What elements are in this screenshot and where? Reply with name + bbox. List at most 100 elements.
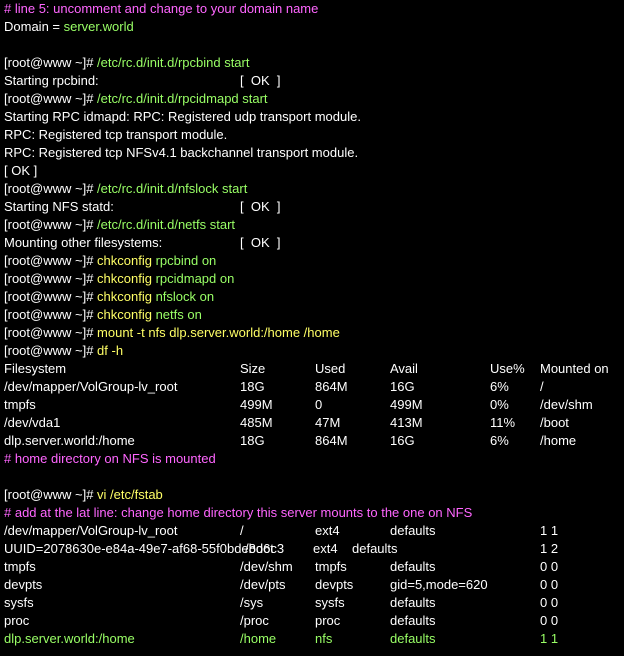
terminal-line: devpts/dev/pts devpts gid=5,mode=620 0 0 (0, 576, 624, 594)
terminal-line: # add at the lat line: change home direc… (0, 504, 624, 522)
fstab-cell: ext4 (315, 523, 340, 538)
terminal-line: tmpfs 499M 0 499M 0% /dev/shm (0, 396, 624, 414)
fstab-cell: 1 1 (540, 631, 559, 646)
status-ok-badge: [ OK ] (240, 235, 281, 250)
terminal-text-segment: [root@www ~]# (4, 289, 98, 304)
terminal-text-segment: server.world (63, 19, 134, 34)
fstab-cell: 0 0 (540, 613, 559, 628)
fstab-cell: 1 1 (540, 523, 559, 538)
fstab-cell: /proc (240, 613, 269, 628)
fstab-cell: /dev/shm (240, 559, 293, 574)
terminal-window[interactable]: # line 5: uncomment and change to your d… (0, 0, 624, 656)
terminal-text-segment: [root@www ~]# (4, 343, 98, 358)
terminal-text-segment: # home directory on NFS is mounted (4, 451, 216, 466)
fstab-cell: devpts (315, 577, 354, 592)
df-cell: Used (315, 361, 346, 376)
df-cell: 413M (390, 415, 423, 430)
status-ok-badge: [ OK ] (240, 73, 281, 88)
fstab-cell: 1 2 (540, 541, 559, 556)
terminal-line: dlp.server.world:/home/home nfs defaults 1 … (0, 630, 624, 648)
terminal-line: sysfs/sys sysfs defaults 0 0 (0, 594, 624, 612)
terminal-line: # line 5: uncomment and change to your d… (0, 0, 624, 18)
terminal-line: [root@www ~]# /etc/rc.d/init.d/nfslock s… (0, 180, 624, 198)
terminal-line: RPC: Registered tcp transport module. (0, 126, 624, 144)
df-cell: 0 (315, 397, 323, 412)
terminal-text-segment: Domain = (4, 19, 64, 34)
terminal-text-segment: [root@www ~]# (4, 307, 98, 322)
fstab-cell: defaults (390, 523, 436, 538)
terminal-text-segment: vi /etc/fstab (97, 487, 163, 502)
terminal-text-segment: [root@www ~]# (4, 55, 98, 70)
terminal-line: [root@www ~]# chkconfig nfslock on (0, 288, 624, 306)
terminal-text-segment: [root@www ~]# (4, 487, 98, 502)
terminal-line: [root@www ~]# df -h (0, 342, 624, 360)
df-cell: Filesystem (4, 361, 67, 376)
fstab-cell: sysfs (315, 595, 345, 610)
terminal-line: Filesystem Size Used Avail Use% Mounted on (0, 360, 624, 378)
terminal-line: Starting NFS statd: [ OK ] (0, 198, 624, 216)
df-cell: 864M (315, 433, 348, 448)
fstab-cell: tmpfs (4, 559, 36, 574)
terminal-text-segment: chkconfig (97, 253, 152, 268)
terminal-text-segment: chkconfig (97, 289, 152, 304)
terminal-text-segment: rpcidmapd on (151, 271, 235, 286)
df-cell: Mounted on (540, 361, 609, 376)
terminal-text-segment: [ OK ] (4, 163, 38, 178)
fstab-cell: /home (240, 631, 277, 646)
terminal-line: [root@www ~]# vi /etc/fstab (0, 486, 624, 504)
fstab-cell: defaults (352, 541, 398, 556)
fstab-cell: /dev/pts (240, 577, 286, 592)
terminal-line: [root@www ~]# /etc/rc.d/init.d/rpcbind s… (0, 54, 624, 72)
fstab-cell: defaults (390, 559, 436, 574)
df-cell: 485M (240, 415, 273, 430)
terminal-text-segment: Starting RPC idmapd: RPC: Registered udp… (4, 109, 361, 124)
fstab-cell: /sys (240, 595, 264, 610)
terminal-line: /dev/mapper/VolGroup-lv_root 18G 864M 16G 6%… (0, 378, 624, 396)
df-cell: 6% (490, 433, 509, 448)
fstab-cell: ext4 (313, 541, 338, 556)
terminal-text-segment: chkconfig (97, 271, 152, 286)
fstab-cell: / (240, 523, 244, 538)
df-cell: 16G (390, 433, 415, 448)
terminal-text-segment: /etc/rc.d/init.d/nfslock start (97, 181, 248, 196)
terminal-line: [root@www ~]# mount -t nfs dlp.server.wo… (0, 324, 624, 342)
terminal-text-segment: # add at the lat line: change home direc… (4, 505, 473, 520)
terminal-line: tmpfs/dev/shm tmpfs defaults 0 0 (0, 558, 624, 576)
terminal-line: /dev/mapper/VolGroup-lv_root / ext4 default… (0, 522, 624, 540)
terminal-text-segment: RPC: Registered tcp NFSv4.1 backchannel … (4, 145, 359, 160)
terminal-text-segment: [root@www ~]# (4, 217, 98, 232)
fstab-cell: devpts (4, 577, 43, 592)
terminal-line: # home directory on NFS is mounted (0, 450, 624, 468)
terminal-text-segment: [root@www ~]# (4, 181, 98, 196)
df-cell: 499M (240, 397, 273, 412)
fstab-cell: proc (315, 613, 341, 628)
df-cell: 0% (490, 397, 509, 412)
fstab-cell: gid=5,mode=620 (390, 577, 488, 592)
terminal-line: Starting RPC idmapd: RPC: Registered udp… (0, 108, 624, 126)
fstab-cell: proc (4, 613, 30, 628)
df-cell: 11% (490, 415, 516, 430)
df-cell: /dev/mapper/VolGroup-lv_root (4, 379, 178, 394)
terminal-text-segment: df -h (97, 343, 124, 358)
terminal-line: [root@www ~]# chkconfig rpcidmapd on (0, 270, 624, 288)
df-cell: 499M (390, 397, 423, 412)
terminal-line: Starting rpcbind: [ OK ] (0, 72, 624, 90)
fstab-cell: defaults (390, 613, 436, 628)
terminal-text-segment: /etc/rc.d/init.d/rpcbind start (97, 55, 250, 70)
fstab-cell: sysfs (4, 595, 34, 610)
df-cell: /boot (540, 415, 569, 430)
terminal-text-segment: [root@www ~]# (4, 91, 98, 106)
df-cell: /dev/vda1 (4, 415, 61, 430)
df-cell: Use% (490, 361, 525, 376)
terminal-text-segment: RPC: Registered tcp transport module. (4, 127, 228, 142)
terminal-text-segment: chkconfig (97, 307, 152, 322)
fstab-cell: 0 0 (540, 577, 559, 592)
df-cell: 47M (315, 415, 341, 430)
terminal-line: RPC: Registered tcp NFSv4.1 backchannel … (0, 144, 624, 162)
terminal-text-segment: /etc/rc.d/init.d/rpcidmapd start (97, 91, 268, 106)
terminal-line: [root@www ~]# chkconfig netfs on (0, 306, 624, 324)
df-cell: tmpfs (4, 397, 36, 412)
terminal-line: [root@www ~]# /etc/rc.d/init.d/rpcidmapd… (0, 90, 624, 108)
terminal-line: Domain = server.world (0, 18, 624, 36)
